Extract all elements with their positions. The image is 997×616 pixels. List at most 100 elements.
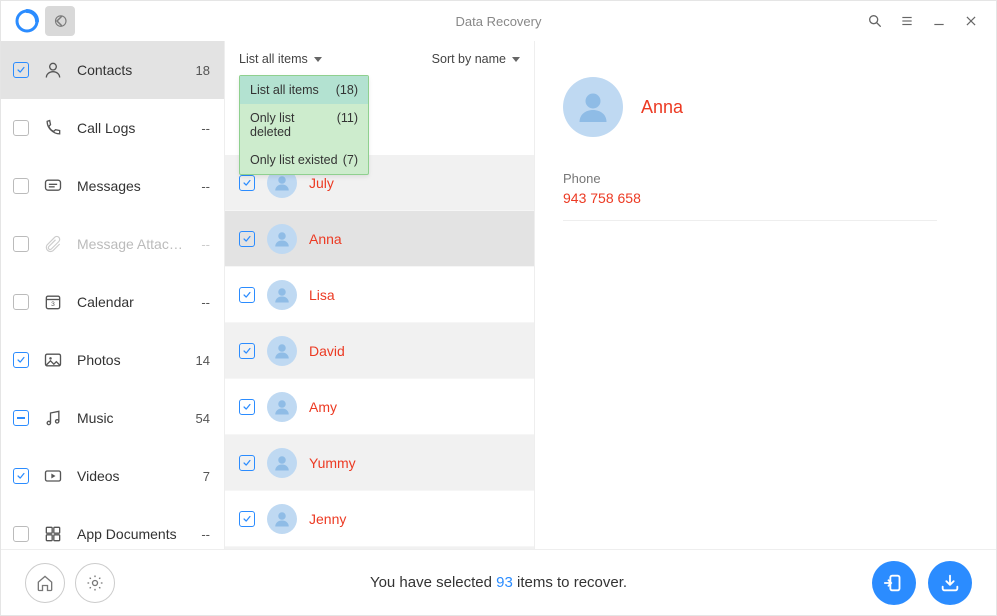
sidebar-item-count: 14 xyxy=(196,353,210,368)
sidebar-item[interactable]: Call Logs-- xyxy=(1,99,224,157)
contact-name: Jenny xyxy=(309,511,346,527)
filter-label: List all items xyxy=(239,52,308,66)
option-count: (7) xyxy=(343,153,358,167)
sort-dropdown[interactable]: Sort by name xyxy=(432,52,520,66)
phone-value: 943 758 658 xyxy=(563,190,937,206)
checkbox[interactable] xyxy=(13,294,29,310)
avatar-icon xyxy=(267,392,297,422)
contact-name: Yummy xyxy=(309,455,356,471)
category-icon xyxy=(43,118,63,138)
sidebar-item-count: -- xyxy=(201,295,210,310)
checkbox[interactable] xyxy=(239,399,255,415)
filter-option[interactable]: Only list deleted(11) xyxy=(240,104,368,146)
settings-button[interactable] xyxy=(75,563,115,603)
checkbox[interactable] xyxy=(13,178,29,194)
avatar-icon xyxy=(267,448,297,478)
sidebar-item[interactable]: 3 Calendar -- xyxy=(1,273,224,331)
sidebar-item[interactable]: App Documents -- xyxy=(1,505,224,549)
sidebar-item-count: 18 xyxy=(196,63,210,78)
checkbox[interactable] xyxy=(239,343,255,359)
window-title: Data Recovery xyxy=(1,14,996,29)
minimize-icon[interactable] xyxy=(930,12,948,30)
sidebar-item[interactable]: Messages -- xyxy=(1,157,224,215)
contact-row[interactable]: Jenny xyxy=(225,491,534,547)
avatar-icon xyxy=(563,77,623,137)
contact-row[interactable]: Lisa xyxy=(225,267,534,323)
sidebar-item-count: -- xyxy=(201,179,210,194)
detail-name: Anna xyxy=(641,97,683,118)
checkbox[interactable] xyxy=(13,410,29,426)
option-label: Only list existed xyxy=(250,153,338,167)
sidebar-item-count: 7 xyxy=(203,469,210,484)
checkbox[interactable] xyxy=(13,352,29,368)
sidebar-item-label: Calendar xyxy=(77,294,187,310)
status-message: You have selected 93 items to recover. xyxy=(1,574,996,591)
selected-count: 93 xyxy=(496,574,513,591)
sidebar-item[interactable]: Videos7 xyxy=(1,447,224,505)
detail-panel: Anna Phone 943 758 658 xyxy=(535,41,965,549)
checkbox[interactable] xyxy=(239,231,255,247)
option-label: List all items xyxy=(250,83,319,97)
category-icon xyxy=(43,176,63,196)
sidebar-item-count: 54 xyxy=(196,411,210,426)
option-count: (11) xyxy=(337,111,358,139)
avatar-icon xyxy=(267,336,297,366)
checkbox[interactable] xyxy=(239,455,255,471)
option-label: Only list deleted xyxy=(250,111,337,139)
sort-label: Sort by name xyxy=(432,52,506,66)
menu-icon[interactable] xyxy=(898,12,916,30)
svg-text:3: 3 xyxy=(51,301,55,308)
search-icon[interactable] xyxy=(866,12,884,30)
sidebar-item-count: -- xyxy=(201,121,210,136)
avatar-icon xyxy=(267,504,297,534)
checkbox[interactable] xyxy=(13,120,29,136)
sidebar-item-label: Message Attach... xyxy=(77,236,187,252)
sidebar-item[interactable]: Music54 xyxy=(1,389,224,447)
contact-row[interactable]: David xyxy=(225,323,534,379)
checkbox[interactable] xyxy=(239,287,255,303)
checkbox[interactable] xyxy=(13,236,29,252)
avatar-icon xyxy=(267,224,297,254)
sidebar-item[interactable]: Message Attach...-- xyxy=(1,215,224,273)
sidebar-item-label: Contacts xyxy=(77,62,182,78)
checkbox[interactable] xyxy=(239,511,255,527)
contact-name: David xyxy=(309,343,345,359)
footer: You have selected 93 items to recover. xyxy=(1,549,996,615)
checkbox[interactable] xyxy=(239,175,255,191)
recover-to-device-button[interactable] xyxy=(872,561,916,605)
sidebar-item-count: -- xyxy=(201,527,210,542)
contact-name: Lisa xyxy=(309,287,335,303)
sidebar-item-label: Messages xyxy=(77,178,187,194)
checkbox[interactable] xyxy=(13,62,29,78)
contact-row[interactable]: Anna xyxy=(225,211,534,267)
filter-dropdown[interactable]: List all items xyxy=(239,52,322,66)
recover-to-computer-button[interactable] xyxy=(928,561,972,605)
avatar-icon xyxy=(267,280,297,310)
close-icon[interactable] xyxy=(962,12,980,30)
contact-name: July xyxy=(309,175,334,191)
contact-name: Amy xyxy=(309,399,337,415)
sidebar-item-label: Photos xyxy=(77,352,182,368)
phone-label: Phone xyxy=(563,171,937,186)
contact-row[interactable]: Amy xyxy=(225,379,534,435)
home-button[interactable] xyxy=(25,563,65,603)
category-icon xyxy=(43,524,63,544)
checkbox[interactable] xyxy=(13,526,29,542)
titlebar: Data Recovery xyxy=(1,1,996,41)
filter-option[interactable]: List all items (18) xyxy=(240,76,368,104)
category-icon xyxy=(43,350,63,370)
back-button[interactable] xyxy=(45,6,75,36)
contact-name: Anna xyxy=(309,231,342,247)
category-icon xyxy=(43,234,63,254)
option-count: (18) xyxy=(336,83,358,97)
filter-option[interactable]: Only list existed (7) xyxy=(240,146,368,174)
category-icon xyxy=(43,408,63,428)
sidebar-item[interactable]: Contacts 18 xyxy=(1,41,224,99)
app-logo-icon xyxy=(15,9,39,33)
contact-list-panel: List all items Sort by name List all ite… xyxy=(225,41,535,549)
sidebar-item[interactable]: Photos 14 xyxy=(1,331,224,389)
category-icon xyxy=(43,466,63,486)
sidebar-item-label: App Documents xyxy=(77,526,187,542)
checkbox[interactable] xyxy=(13,468,29,484)
contact-row[interactable]: Yummy xyxy=(225,435,534,491)
